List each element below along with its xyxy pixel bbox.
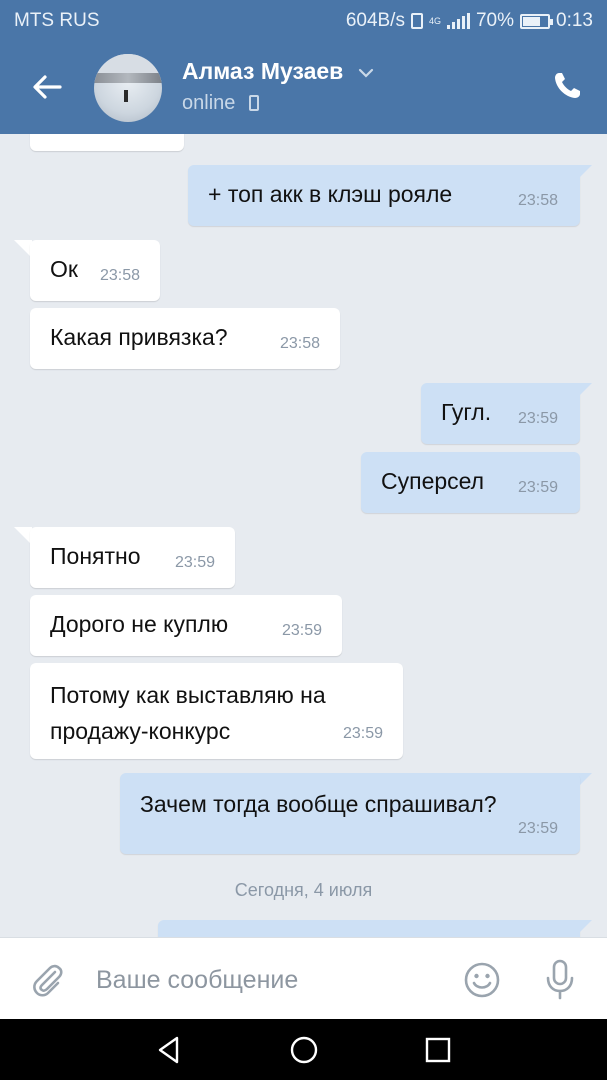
message-text: Понятно — [50, 543, 141, 569]
battery-percent: 70% — [475, 10, 515, 31]
message-time: 23:58 — [279, 335, 320, 352]
microphone-icon[interactable] — [540, 958, 580, 1002]
status-bar: MTS RUS 604B/s 4G 70% 0:13 — [0, 0, 607, 42]
message-time: 23:58 — [517, 192, 558, 209]
message-time: 23:59 — [517, 820, 558, 837]
recents-square-icon[interactable] — [421, 1033, 455, 1067]
contact-name-row[interactable]: Алмаз Музаев — [182, 58, 374, 85]
message-text: Гугл. — [441, 399, 492, 425]
message-bubble-outgoing[interactable]: Гугл. 23:59 — [421, 383, 580, 444]
message-text: Ок — [50, 256, 78, 282]
contact-status: online — [182, 92, 259, 115]
message-list[interactable]: 23:58 + топ акк в клэш рояле 23:58 Ок 23… — [0, 134, 607, 937]
message-bubble-incoming[interactable]: Ок 23:58 — [30, 240, 160, 301]
message-time: 23:59 — [517, 479, 558, 496]
message-bubble-incoming[interactable]: Понятно 23:59 — [30, 527, 235, 588]
message-time: 23:58 — [99, 267, 140, 284]
home-circle-icon[interactable] — [287, 1033, 321, 1067]
message-bubble-incoming[interactable]: Дорого не куплю 23:59 — [30, 595, 342, 656]
message-bubble-incoming[interactable]: 23:58 — [30, 134, 184, 151]
phone-icon[interactable] — [551, 70, 583, 102]
message-text: Дорого не куплю — [50, 611, 229, 637]
bubble-tail — [574, 383, 592, 401]
message-bubble-outgoing[interactable] — [158, 920, 580, 937]
avatar[interactable] — [94, 54, 162, 122]
message-bubble-outgoing[interactable]: Суперсел 23:59 — [361, 452, 580, 513]
network-speed: 604B/s — [345, 10, 405, 31]
message-text: Какая привязка? — [50, 324, 228, 350]
bubble-tail — [574, 165, 592, 183]
network-type: 4G — [428, 15, 441, 26]
message-time: 23:59 — [342, 725, 383, 742]
signal-icon — [446, 13, 470, 29]
arrow-left-icon[interactable] — [30, 70, 64, 104]
message-text: + топ акк в клэш рояле — [208, 181, 453, 207]
date-separator: Сегодня, 4 июля — [234, 880, 373, 900]
message-input[interactable] — [96, 960, 426, 1000]
message-time: 23:59 — [281, 622, 322, 639]
vibrate-icon — [410, 13, 423, 29]
paperclip-icon[interactable] — [28, 960, 68, 1000]
message-bubble-incoming[interactable]: Потому как выставляю на продажу-конкурс … — [30, 663, 403, 759]
online-status: online — [182, 92, 236, 114]
mobile-device-icon — [248, 95, 259, 111]
back-triangle-icon[interactable] — [152, 1033, 186, 1067]
smile-icon[interactable] — [462, 960, 502, 1000]
carrier-name: MTS RUS — [14, 10, 100, 31]
contact-name: Алмаз Музаев — [182, 58, 344, 84]
system-nav-bar — [0, 1019, 607, 1080]
chat-header: Алмаз Музаев online — [0, 42, 607, 134]
status-indicators: 604B/s 4G 70% 0:13 — [346, 10, 593, 32]
message-bubble-incoming[interactable]: Какая привязка? 23:58 — [30, 308, 340, 369]
chevron-down-icon — [358, 68, 373, 78]
message-bubble-outgoing[interactable]: Зачем тогда вообще спрашивал? 23:59 — [120, 773, 580, 854]
clock: 0:13 — [556, 10, 593, 31]
message-text: Суперсел — [381, 468, 485, 494]
battery-icon — [520, 13, 554, 29]
message-time: 23:59 — [174, 554, 215, 571]
message-text: Потому как выставляю на продажу-конкурс — [50, 682, 326, 744]
bubble-tail — [574, 920, 592, 937]
message-bubble-outgoing[interactable]: + топ акк в клэш рояле 23:58 — [188, 165, 580, 226]
message-composer — [0, 937, 607, 1019]
message-time: 23:58 — [126, 134, 166, 143]
message-text: Зачем тогда вообще спрашивал? — [140, 791, 497, 817]
message-time: 23:59 — [517, 410, 558, 427]
